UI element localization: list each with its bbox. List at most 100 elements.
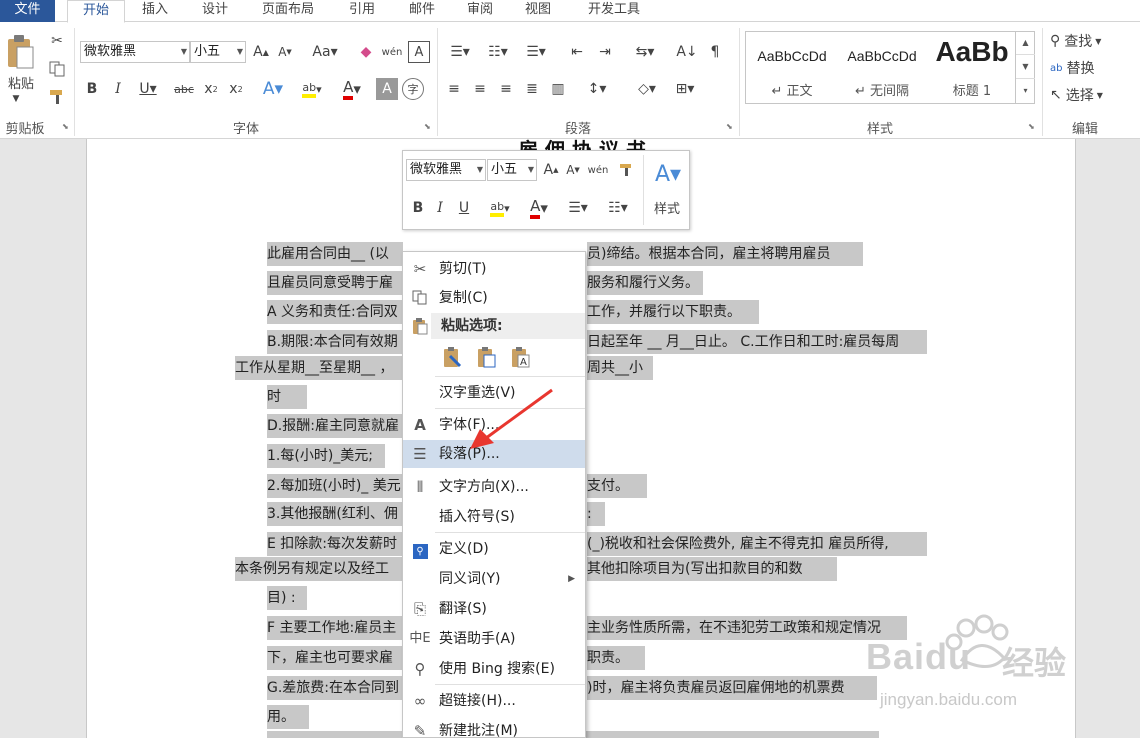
tab-design[interactable]: 设计: [190, 0, 240, 22]
style-heading-1[interactable]: AaBb 标题 1: [928, 32, 1016, 103]
bullets-icon[interactable]: ☰▾: [561, 197, 595, 219]
show-marks-icon[interactable]: ¶: [704, 41, 726, 63]
superscript-icon[interactable]: x2: [226, 78, 246, 100]
format-painter-icon[interactable]: [615, 159, 637, 181]
menu-item-translate[interactable]: ⎘ 翻译(S): [403, 595, 585, 623]
numbering-icon[interactable]: ☷▾: [481, 41, 515, 63]
bullets-icon[interactable]: ☰▾: [443, 41, 477, 63]
underline-icon[interactable]: U▾: [134, 78, 162, 100]
menu-item-english-assistant[interactable]: 中E 英语助手(A): [403, 625, 585, 653]
menu-item-text-direction[interactable]: ⫴ 文字方向(X)...: [403, 473, 585, 501]
mini-size-combo[interactable]: 小五 ▼: [487, 159, 537, 181]
line-spacing-icon[interactable]: ↕▾: [580, 78, 614, 100]
chevron-down-icon[interactable]: ▼: [477, 160, 483, 180]
paste-label[interactable]: 粘贴: [4, 72, 38, 92]
paste-button[interactable]: [4, 32, 36, 72]
shrink-font-icon[interactable]: A ▼: [563, 159, 583, 181]
paste-text-only-icon[interactable]: A: [509, 345, 533, 371]
cut-icon[interactable]: ✂: [46, 30, 68, 52]
tab-references[interactable]: 引用: [338, 0, 386, 22]
text-effects-icon[interactable]: A▾: [258, 78, 288, 100]
align-right-icon[interactable]: ≡: [495, 78, 517, 100]
chevron-down-icon[interactable]: ▼: [1016, 55, 1035, 79]
align-left-icon[interactable]: ≡: [443, 78, 465, 100]
chevron-down-icon[interactable]: ▼: [237, 42, 243, 62]
phonetic-guide-icon[interactable]: wén: [587, 159, 609, 181]
multilevel-list-icon[interactable]: ☰▾: [519, 41, 553, 63]
style-normal[interactable]: AaBbCcDd ↵ 正文: [748, 32, 836, 103]
replace-button[interactable]: ab 替换: [1050, 57, 1140, 79]
menu-item-insert-symbol[interactable]: 插入符号(S): [403, 503, 585, 531]
paste-keep-source-icon[interactable]: [441, 345, 465, 371]
more-styles-icon[interactable]: ▾: [1016, 79, 1035, 103]
increase-indent-icon[interactable]: ⇥: [594, 41, 616, 63]
english-assistant-icon: 中E: [409, 631, 431, 646]
char-border-icon[interactable]: A: [408, 41, 430, 63]
tab-file[interactable]: 文件: [0, 0, 55, 22]
phonetic-guide-icon[interactable]: wén: [381, 41, 403, 63]
subscript-icon[interactable]: x2: [201, 78, 221, 100]
styles-launcher-icon[interactable]: ⬊: [1028, 122, 1035, 131]
menu-item-cut[interactable]: ✂ 剪切(T): [403, 255, 585, 283]
font-name-combo[interactable]: 微软雅黑 ▼: [80, 41, 190, 63]
chinese-layout-icon[interactable]: ⇆▾: [628, 41, 662, 63]
shrink-font-icon[interactable]: A ▼: [275, 41, 295, 63]
menu-item-new-comment[interactable]: ✎ 新建批注(M): [403, 717, 585, 738]
shading-icon[interactable]: ◇▾: [630, 78, 664, 100]
paragraph-launcher-icon[interactable]: ⬊: [726, 122, 733, 131]
copy-icon[interactable]: [46, 58, 68, 80]
chevron-up-icon[interactable]: ▲: [1016, 31, 1035, 55]
styles-label[interactable]: 样式: [647, 197, 687, 217]
italic-icon[interactable]: I: [108, 78, 128, 100]
underline-icon[interactable]: U: [455, 197, 473, 219]
highlight-color-icon[interactable]: ab ▾: [483, 197, 517, 219]
italic-icon[interactable]: I: [431, 197, 449, 219]
menu-item-synonyms[interactable]: 同义词(Y) ▶: [403, 565, 585, 593]
borders-icon[interactable]: ⊞▾: [668, 78, 702, 100]
tab-review[interactable]: 审阅: [456, 0, 504, 22]
select-button[interactable]: ↖ 选择 ▼: [1050, 84, 1140, 106]
menu-item-hyperlink[interactable]: ∞ 超链接(H)...: [403, 687, 585, 715]
menu-item-define[interactable]: ⚲ 定义(D): [403, 535, 585, 563]
chevron-down-icon[interactable]: ▼: [6, 92, 26, 106]
grow-font-icon[interactable]: A ▲: [541, 159, 561, 181]
bold-icon[interactable]: B: [82, 78, 102, 100]
sort-icon[interactable]: A↓: [676, 41, 698, 63]
strikethrough-icon[interactable]: abc: [170, 78, 198, 100]
tab-developer[interactable]: 开发工具: [574, 0, 654, 22]
font-launcher-icon[interactable]: ⬊: [424, 122, 431, 131]
font-size-combo[interactable]: 小五 ▼: [190, 41, 246, 63]
doc-line-left: F 主要工作地:雇员主: [267, 616, 403, 640]
align-center-icon[interactable]: ≡: [469, 78, 491, 100]
clipboard-launcher-icon[interactable]: ⬊: [62, 122, 69, 131]
tab-layout[interactable]: 页面布局: [252, 0, 324, 22]
enclose-char-icon[interactable]: 字: [402, 78, 424, 100]
tab-view[interactable]: 视图: [514, 0, 562, 22]
bold-icon[interactable]: B: [409, 197, 427, 219]
font-color-icon[interactable]: A ▾: [523, 197, 555, 219]
mini-font-combo[interactable]: 微软雅黑 ▼: [406, 159, 486, 181]
justify-icon[interactable]: ≣: [521, 78, 543, 100]
change-case-icon[interactable]: Aa▾: [308, 41, 342, 63]
highlight-color-icon[interactable]: ab ▾: [296, 78, 328, 100]
numbering-icon[interactable]: ☷▾: [599, 197, 637, 219]
menu-item-copy[interactable]: 复制(C): [403, 284, 585, 312]
styles-icon[interactable]: A▾: [649, 159, 687, 189]
chevron-down-icon[interactable]: ▼: [528, 160, 534, 180]
tab-home[interactable]: 开始: [67, 0, 125, 23]
distributed-icon[interactable]: ▥: [547, 78, 569, 100]
decrease-indent-icon[interactable]: ⇤: [566, 41, 588, 63]
menu-item-bing-search[interactable]: ⚲ 使用 Bing 搜索(E): [403, 655, 585, 683]
chevron-down-icon[interactable]: ▼: [181, 42, 187, 62]
font-color-icon[interactable]: A ▾: [336, 78, 368, 100]
tab-mailings[interactable]: 邮件: [398, 0, 446, 22]
grow-font-icon[interactable]: A ▲: [251, 41, 271, 63]
format-painter-icon[interactable]: [46, 86, 68, 108]
tab-insert[interactable]: 插入: [130, 0, 180, 22]
style-no-spacing[interactable]: AaBbCcDd ↵ 无间隔: [838, 32, 926, 103]
doc-line-right: )时，雇主将负责雇员返回雇佣地的机票费: [587, 676, 877, 700]
find-button[interactable]: ⚲ 查找 ▼: [1050, 30, 1140, 52]
paste-merge-icon[interactable]: [475, 345, 499, 371]
clear-format-icon[interactable]: ◆: [355, 41, 377, 63]
char-shading-icon[interactable]: A: [376, 78, 398, 100]
